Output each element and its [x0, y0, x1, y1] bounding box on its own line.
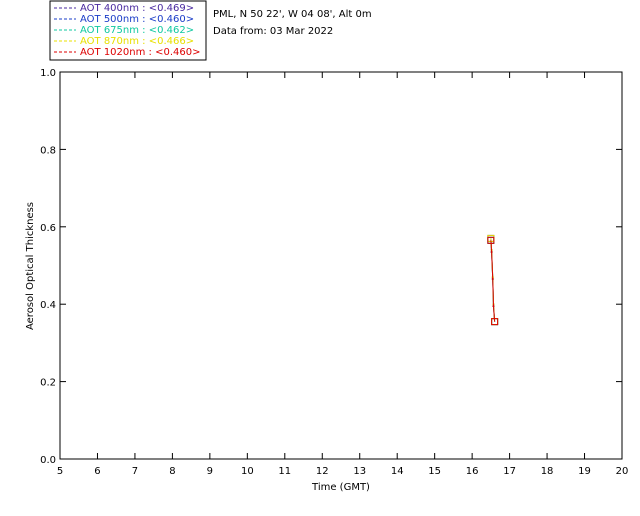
x-tick-label: 14 [391, 466, 404, 477]
data-point [492, 305, 495, 308]
y-tick-label: 0.0 [40, 455, 56, 466]
legend-label: AOT 500nm : <0.460> [80, 14, 194, 25]
legend-label: AOT 400nm : <0.469> [80, 3, 194, 14]
legend-label: AOT 1020nm : <0.460> [80, 47, 200, 58]
y-tick-label: 0.8 [40, 145, 56, 156]
legend: AOT 400nm : <0.469>AOT 500nm : <0.460>AO… [49, 0, 207, 61]
aot-chart: AOT 400nm : <0.469>AOT 500nm : <0.460>AO… [0, 0, 640, 512]
y-axis-label: Aerosol Optical Thickness [25, 202, 36, 330]
x-tick-label: 5 [57, 466, 63, 477]
x-tick-label: 6 [94, 466, 100, 477]
x-tick-label: 20 [616, 466, 629, 477]
station-info: PML, N 50 22', W 04 08', Alt 0m [213, 9, 372, 20]
date-info: Data from: 03 Mar 2022 [213, 26, 333, 37]
x-tick-label: 7 [132, 466, 138, 477]
y-tick-label: 1.0 [40, 68, 56, 79]
x-tick-label: 17 [503, 466, 516, 477]
y-tick-label: 0.2 [40, 378, 56, 389]
x-tick-label: 15 [428, 466, 441, 477]
y-tick-label: 0.6 [40, 223, 56, 234]
x-tick-label: 11 [278, 466, 291, 477]
data-point [490, 250, 493, 253]
x-tick-label: 12 [316, 466, 329, 477]
x-tick-label: 18 [541, 466, 554, 477]
data-point [491, 278, 494, 281]
x-tick-label: 13 [353, 466, 366, 477]
x-tick-label: 8 [169, 466, 175, 477]
x-tick-label: 16 [466, 466, 479, 477]
x-tick-label: 9 [207, 466, 213, 477]
y-tick-label: 0.4 [40, 300, 56, 311]
x-tick-label: 10 [241, 466, 254, 477]
legend-label: AOT 675nm : <0.462> [80, 25, 194, 36]
legend-label: AOT 870nm : <0.466> [80, 36, 194, 47]
x-tick-label: 19 [578, 466, 591, 477]
x-axis-label: Time (GMT) [311, 482, 370, 493]
